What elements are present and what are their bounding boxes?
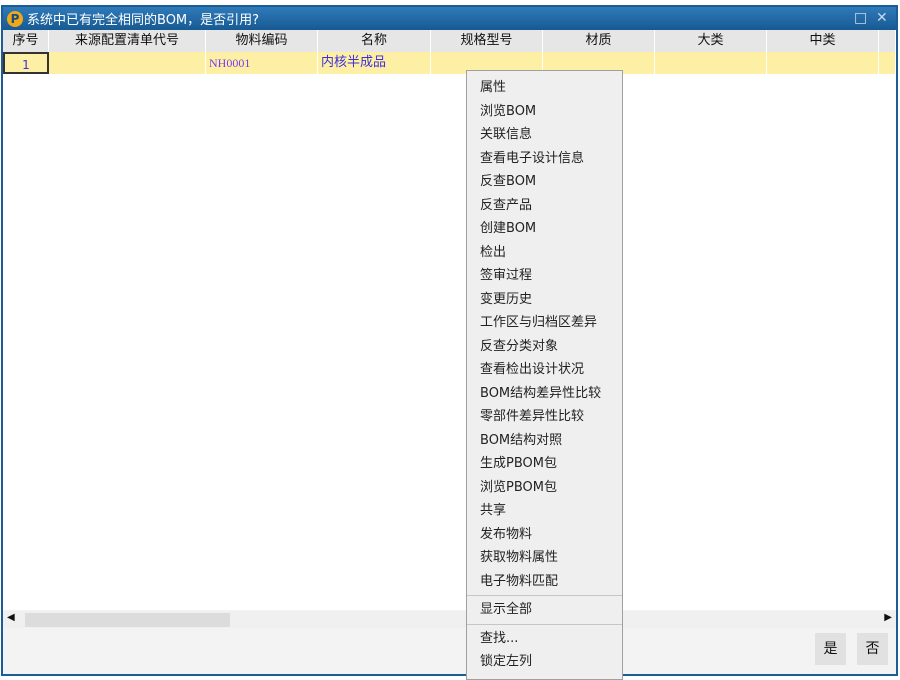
cell-seq[interactable]: 1 [3,52,49,74]
menu-separator [467,623,622,625]
menu-item-lock-left[interactable]: 锁定左列 [467,650,622,674]
menu-item[interactable]: 关联信息 [467,123,622,147]
table-header: 序号 来源配置清单代号 物料编码 名称 规格型号 材质 大类 中类 [3,30,896,52]
dialog-window: P 系统中已有完全相同的BOM，是否引用? □ ✕ 序号 来源配置清单代号 物料… [1,5,898,676]
menu-item[interactable]: 签审过程 [467,264,622,288]
menu-item[interactable]: 创建BOM [467,217,622,241]
cell-major[interactable] [655,52,767,74]
col-header[interactable]: 来源配置清单代号 [49,30,206,52]
menu-item[interactable]: 属性 [467,76,622,100]
menu-separator [467,595,622,596]
menu-item[interactable]: BOM结构对照 [467,429,622,453]
menu-item[interactable]: 共享 [467,499,622,523]
context-menu: 属性 浏览BOM 关联信息 查看电子设计信息 反查BOM 反查产品 创建BOM 检出 签审过程变… [466,70,623,680]
menu-item-show-all[interactable]: 显示全部 [467,598,622,622]
cell-name[interactable]: 内核半成品 [318,52,431,74]
no-button[interactable]: 否 [857,633,888,665]
col-header[interactable]: 规格型号 [431,30,543,52]
horizontal-scrollbar[interactable]: ◀ ▶ [3,611,896,628]
menu-item[interactable]: 零部件差异性比较 [467,405,622,429]
cell-code[interactable]: NH0001 [206,52,318,74]
maximize-icon[interactable]: □ [854,10,867,26]
menu-item[interactable]: 工作区与归档区差异 [467,311,622,335]
table-row[interactable]: 1 NH0001 内核半成品 [3,52,896,74]
col-header-extra [879,30,896,52]
menu-item[interactable]: 发布物料 [467,523,622,547]
menu-item-find[interactable]: 查找... [467,627,622,651]
yes-button[interactable]: 是 [815,633,846,665]
menu-item[interactable]: 电子物料匹配 [467,570,622,594]
menu-item[interactable]: 浏览PBOM包 [467,476,622,500]
col-header[interactable]: 大类 [655,30,767,52]
menu-item[interactable]: 浏览BOM [467,100,622,124]
bom-table: 序号 来源配置清单代号 物料编码 名称 规格型号 材质 大类 中类 1 NH00… [3,30,896,610]
menu-item[interactable]: 反查分类对象 [467,335,622,359]
title-bar: P 系统中已有完全相同的BOM，是否引用? □ ✕ [3,7,896,30]
col-header[interactable]: 中类 [767,30,879,52]
cell-extra [879,52,896,74]
menu-item[interactable]: 变更历史 [467,288,622,312]
cell-middle[interactable] [767,52,879,74]
scrollbar-thumb[interactable] [25,613,230,627]
dialog-title: 系统中已有完全相同的BOM，是否引用? [27,13,260,28]
menu-item[interactable]: 反查BOM [467,170,622,194]
close-icon[interactable]: ✕ [876,10,888,26]
col-header[interactable]: 名称 [318,30,431,52]
col-header[interactable]: 物料编码 [206,30,318,52]
menu-item[interactable]: 查看电子设计信息 [467,147,622,171]
scroll-left-icon[interactable]: ◀ [7,612,15,623]
col-header[interactable]: 材质 [543,30,655,52]
menu-item[interactable]: 获取物料属性 [467,546,622,570]
menu-item[interactable]: BOM结构差异性比较 [467,382,622,406]
menu-item[interactable]: 反查产品 [467,194,622,218]
menu-item[interactable]: 生成PBOM包 [467,452,622,476]
cell-source[interactable] [49,52,206,74]
menu-item[interactable]: 查看检出设计状况 [467,358,622,382]
menu-item[interactable]: 检出 [467,241,622,265]
scroll-right-icon[interactable]: ▶ [884,612,892,623]
col-header[interactable]: 序号 [3,30,49,52]
app-logo-icon: P [7,10,23,27]
